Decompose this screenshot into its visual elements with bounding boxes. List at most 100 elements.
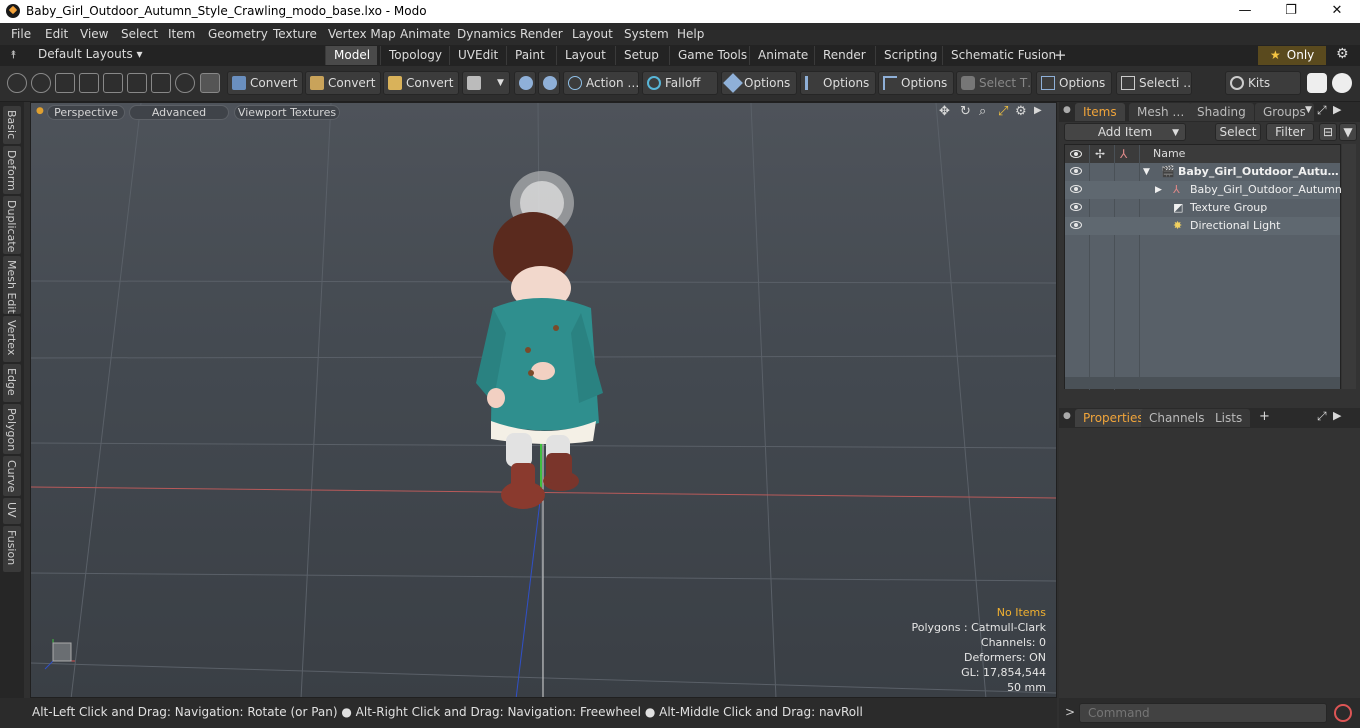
menu-file[interactable]: File (11, 27, 31, 41)
side-tab-edge[interactable]: Edge (3, 364, 21, 402)
name-column-header[interactable]: Name (1153, 145, 1185, 163)
convert-button-2[interactable]: Convert (305, 71, 381, 95)
eye-icon[interactable] (1070, 221, 1082, 229)
select-through-button[interactable]: Select T… (956, 71, 1032, 95)
collapse-icon[interactable]: ⊟ (1319, 123, 1337, 141)
select-button[interactable]: Select (1215, 123, 1261, 141)
menu-system[interactable]: System (624, 27, 669, 41)
menu-edit[interactable]: Edit (45, 27, 68, 41)
menu-geometry[interactable]: Geometry (208, 27, 268, 41)
add-item-button[interactable]: Add Item ▼ (1064, 123, 1186, 141)
falloff-button[interactable]: Falloff (642, 71, 718, 95)
lock-header-icon[interactable]: ✢ (1095, 145, 1105, 163)
funnel-filter-icon[interactable]: ▼ (1339, 123, 1357, 141)
tab-mesh[interactable]: Mesh … (1129, 103, 1193, 121)
command-input[interactable] (1079, 703, 1327, 723)
filter-button[interactable]: Filter (1266, 123, 1314, 141)
maximize-button[interactable]: ❐ (1268, 0, 1314, 23)
snap-dropdown[interactable]: ▼ (462, 71, 510, 95)
gear-icon[interactable]: ⚙ (1336, 46, 1349, 62)
tab-game-tools[interactable]: Game Tools (669, 46, 755, 65)
rotate-view-icon[interactable]: ↻ (960, 104, 971, 119)
symmetry-button[interactable] (514, 71, 536, 95)
menu-layout[interactable]: Layout (572, 27, 613, 41)
type-header-icon[interactable]: ⅄ (1120, 145, 1127, 163)
kits-button[interactable]: Kits (1225, 71, 1301, 95)
viewport-textures-button[interactable]: Viewport Textures (234, 105, 340, 120)
unity-icon[interactable] (1307, 73, 1327, 93)
convert-button-1[interactable]: Convert (227, 71, 303, 95)
visibility-header-icon[interactable] (1070, 150, 1082, 158)
eye-icon[interactable] (1070, 185, 1082, 193)
eye-icon[interactable] (1070, 203, 1082, 211)
tab-channels[interactable]: Channels (1141, 409, 1213, 427)
action-center-button[interactable]: Action … (563, 71, 639, 95)
tree-row-directional-light[interactable]: ✸ Directional Light (1065, 217, 1340, 235)
panel-menu-arrow-icon[interactable]: ▶ (1333, 409, 1341, 422)
workplane-button[interactable] (538, 71, 560, 95)
add-tab-button[interactable]: + (1259, 409, 1270, 424)
tab-scripting[interactable]: Scripting (875, 46, 945, 65)
expand-panel-icon[interactable]: ⤢ (1317, 103, 1327, 118)
pie-icon[interactable] (175, 73, 195, 93)
edge-mode-icon[interactable] (103, 73, 123, 93)
menu-dynamics[interactable]: Dynamics (457, 27, 516, 41)
tab-items[interactable]: Items (1075, 103, 1125, 121)
side-tab-uv[interactable]: UV (3, 498, 21, 524)
menu-render[interactable]: Render (520, 27, 563, 41)
menu-item[interactable]: Item (168, 27, 195, 41)
only-toggle[interactable]: ★ Only (1258, 46, 1326, 65)
tree-row-scene[interactable]: ▼ 🎬 Baby_Girl_Outdoor_Autu… (1065, 163, 1340, 181)
expand-arrow-icon[interactable]: ▶ (1155, 181, 1162, 199)
options-button-1[interactable]: Options (721, 71, 797, 95)
panel-menu-arrow-icon[interactable]: ▶ (1333, 103, 1341, 116)
move-view-icon[interactable]: ✥ (939, 104, 950, 119)
options-button-2[interactable]: Options (800, 71, 876, 95)
tree-vertical-scrollbar[interactable] (1342, 144, 1356, 389)
item-mode-icon[interactable] (151, 73, 171, 93)
side-tab-fusion[interactable]: Fusion (3, 526, 21, 572)
vertex-mode-icon[interactable] (7, 73, 27, 93)
eye-icon[interactable] (1070, 167, 1082, 175)
side-tab-duplicate[interactable]: Duplicate (3, 196, 21, 254)
layout-drag-icon[interactable]: ⯭ (10, 48, 17, 62)
side-tab-basic[interactable]: Basic (3, 106, 21, 144)
tab-uvedit[interactable]: UVEdit (449, 46, 506, 65)
cube-icon[interactable] (200, 73, 220, 93)
default-layouts-dropdown[interactable]: Default Layouts ▾ (38, 47, 143, 61)
selection-button[interactable]: Selecti … (1116, 71, 1192, 95)
tab-lists[interactable]: Lists (1207, 409, 1251, 427)
tree-row-mesh[interactable]: ▶ ⅄ Baby_Girl_Outdoor_Autumn … (1065, 181, 1356, 199)
panel-dot-icon[interactable]: ● (1063, 105, 1071, 115)
tab-layout[interactable]: Layout (556, 46, 614, 65)
tree-scrollbar[interactable] (1065, 377, 1340, 389)
convert-button-3[interactable]: Convert (383, 71, 459, 95)
viewport-gear-icon[interactable]: ⚙ (1015, 104, 1027, 119)
side-tab-vertex[interactable]: Vertex (3, 316, 21, 362)
menu-help[interactable]: Help (677, 27, 704, 41)
zoom-view-icon[interactable]: ⌕ (979, 104, 986, 119)
record-macro-icon[interactable] (1334, 704, 1352, 722)
tab-paint[interactable]: Paint (506, 46, 553, 65)
side-tab-mesh-edit[interactable]: Mesh Edit (3, 256, 21, 314)
tab-render[interactable]: Render (814, 46, 874, 65)
add-tab-button[interactable]: + (1046, 46, 1075, 65)
menu-select[interactable]: Select (121, 27, 158, 41)
menu-view[interactable]: View (80, 27, 108, 41)
side-tab-polygon[interactable]: Polygon (3, 404, 21, 454)
close-button[interactable]: ✕ (1314, 0, 1360, 23)
viewport-dot-icon[interactable]: ● (36, 106, 44, 116)
menu-animate[interactable]: Animate (400, 27, 450, 41)
tab-shading[interactable]: Shading (1189, 103, 1254, 121)
brush-icon[interactable] (79, 73, 99, 93)
options-button-3[interactable]: Options (878, 71, 954, 95)
pen-icon[interactable] (55, 73, 75, 93)
unreal-icon[interactable] (1332, 73, 1352, 93)
tab-animate[interactable]: Animate (749, 46, 816, 65)
expand-arrow-icon[interactable]: ▼ (1143, 163, 1150, 181)
3d-viewport[interactable]: ● Perspective Advanced Viewport Textures… (30, 102, 1057, 698)
polygon-mode-icon[interactable] (127, 73, 147, 93)
chevron-down-icon[interactable]: ▼ (1305, 105, 1312, 115)
viewport-menu-arrow-icon[interactable]: ▶ (1034, 105, 1042, 116)
tab-setup[interactable]: Setup (615, 46, 667, 65)
